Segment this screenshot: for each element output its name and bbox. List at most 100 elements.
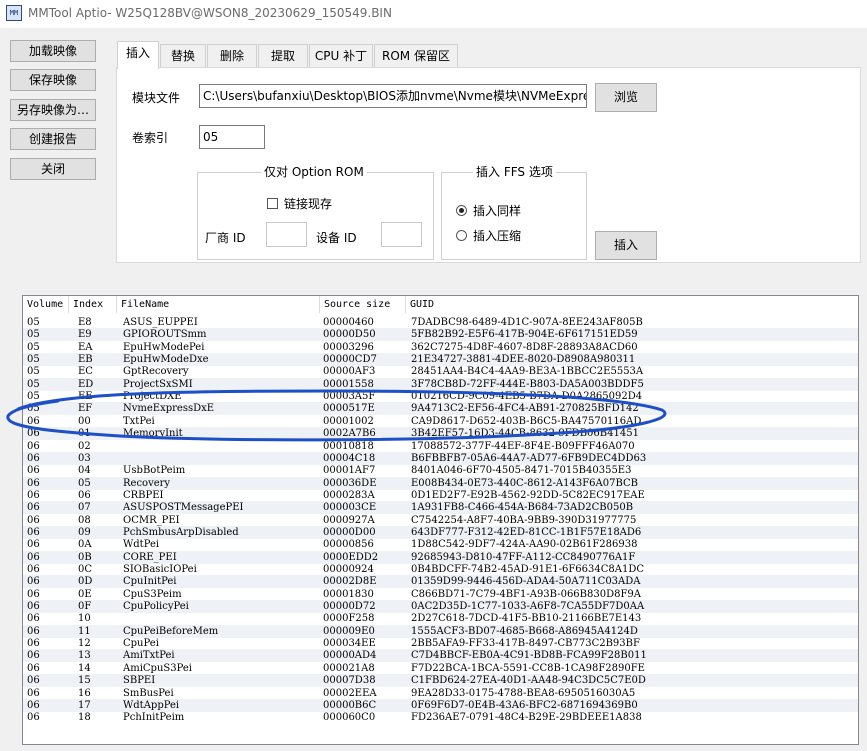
cell-index: EA bbox=[78, 341, 93, 353]
table-row[interactable]: 06 07 ASUSPOSTMessagePEI 000003CE 1A931FB8-C… bbox=[23, 501, 858, 515]
cell-index: 05 bbox=[78, 477, 91, 489]
table-row[interactable]: 06 17 WdtAppPei 00000B6C 0F69F6D7-0E4B-43A6-… bbox=[23, 698, 858, 712]
cell-filename: TxtPei bbox=[123, 415, 155, 427]
ffs-file-list[interactable]: Volume Index FileName Source size GUID 0… bbox=[22, 295, 859, 745]
table-row[interactable]: 06 05 Recovery 000036DE E008B434-0E73-440C-8… bbox=[23, 476, 858, 490]
table-row[interactable]: 05 EB EpuHwModeDxe 00000CD7 21E34727-3881-4D… bbox=[23, 353, 858, 367]
close-button[interactable]: 关闭 bbox=[10, 158, 96, 180]
table-row[interactable]: 06 09 PchSmbusArpDisabled 00000D00 643DF777-… bbox=[23, 525, 858, 539]
column-header-filename[interactable]: FileName bbox=[117, 296, 320, 313]
insert-compressed-radio[interactable] bbox=[456, 230, 467, 241]
tab-extract[interactable]: 提取 bbox=[258, 44, 308, 68]
volume-index-field[interactable]: 05 bbox=[199, 125, 265, 149]
cell-volume: 06 bbox=[27, 613, 40, 625]
browse-button[interactable]: 浏览 bbox=[595, 83, 657, 112]
cell-filename: CpuInitPei bbox=[123, 576, 177, 588]
table-row[interactable]: 06 15 SBPEI 00007D38 C1FBD624-27EA-40D1-AA48… bbox=[23, 674, 858, 688]
cell-volume: 06 bbox=[27, 477, 40, 489]
cell-guid: C7542254-A8F7-40BA-9BB9-390D31977775 bbox=[411, 514, 637, 526]
tab-rom-reserve[interactable]: ROM 保留区 bbox=[374, 44, 458, 68]
table-row[interactable]: 06 01 MemoryInit 0002A7B6 3B42EF57-16D3-44CB… bbox=[23, 427, 858, 441]
table-row[interactable]: 05 E9 GPIOROUTSmm 00000D50 5FB82B92-E5F6-417… bbox=[23, 328, 858, 342]
table-row[interactable]: 06 0A WdtPei 00000856 1D88C542-9DF7-424A-AA9… bbox=[23, 538, 858, 551]
cell-guid: 0D1ED2F7-E92B-4562-92DD-5C82EC917EAE bbox=[411, 489, 645, 501]
create-report-button[interactable]: 创建报告 bbox=[10, 128, 96, 150]
table-row[interactable]: 06 0C SIOBasicIOPei 00000924 0B4BDCFF-74B2-4… bbox=[23, 563, 858, 576]
load-image-button[interactable]: 加载映像 bbox=[10, 40, 96, 62]
table-row[interactable]: 06 06 CRBPEI 0000283A 0D1ED2F7-E92B-4562-92D… bbox=[23, 489, 858, 502]
module-file-field[interactable]: C:\Users\bufanxiu\Desktop\BIOS添加nvme\Nvm… bbox=[199, 84, 587, 108]
table-row[interactable]: 06 03 00004C18 B6FBBFB7-05A6-44A7-AD77-6FB9… bbox=[23, 451, 858, 465]
column-header-volume[interactable]: Volume bbox=[23, 296, 69, 313]
table-row[interactable]: 05 E8 ASUS_EUPPEI 00000460 7DADBC98-6489-4D1… bbox=[23, 316, 858, 329]
cell-volume: 06 bbox=[27, 452, 40, 464]
table-row[interactable]: 06 18 PchInitPeim 000060C0 FD236AE7-0791-48C… bbox=[23, 711, 858, 724]
table-row[interactable]: 06 11 CpuPeiBeforeMem 000009E0 1555ACF3-BD07… bbox=[23, 624, 858, 638]
table-row[interactable]: 06 14 AmiCpuS3Pei 000021A8 F7D22BCA-1BCA-559… bbox=[23, 662, 858, 675]
cell-volume: 06 bbox=[27, 601, 40, 613]
table-row[interactable]: 05 EA EpuHwModePei 00003296 362C7275-4D8F-46… bbox=[23, 341, 858, 354]
link-existing-checkbox[interactable] bbox=[267, 198, 278, 209]
table-row[interactable]: 06 0D CpuInitPei 00002D8E 01359D99-9446-456D… bbox=[23, 575, 858, 589]
table-row[interactable]: 06 0B CORE_PEI 0000EDD2 92685943-D810-47FF-A… bbox=[23, 550, 858, 564]
table-row[interactable]: 05 ED ProjectSxSMI 00001558 3F78CB8D-72FF-44… bbox=[23, 377, 858, 391]
ffs-options-group: 插入 FFS 选项 插入同样 插入压缩 bbox=[441, 165, 587, 260]
cell-guid: C7D4BBCF-EB0A-4C91-BD8B-FCA99F28B011 bbox=[411, 650, 647, 662]
table-row[interactable]: 06 10 0000F258 2D27C618-7DCD-41F5-BB10-2116… bbox=[23, 612, 858, 625]
cell-guid: 28451AA4-B4C4-4AA9-BE3A-1BBCC2E5553A bbox=[411, 366, 644, 378]
device-id-field[interactable] bbox=[381, 222, 422, 247]
insert-button[interactable]: 插入 bbox=[595, 231, 657, 260]
cell-index: 06 bbox=[78, 489, 91, 501]
table-row[interactable]: 06 0E CpuS3Peim 00001830 C866BD71-7C79-4BF1-… bbox=[23, 588, 858, 601]
cell-guid: 643DF777-F312-42ED-81CC-1B1F57E18AD6 bbox=[411, 526, 642, 538]
ffs-options-title: 插入 FFS 选项 bbox=[473, 165, 556, 179]
vendor-id-field[interactable] bbox=[266, 222, 307, 247]
cell-volume: 06 bbox=[27, 440, 40, 452]
cell-guid: 3F78CB8D-72FF-444E-B803-DA5A003BDDF5 bbox=[411, 378, 644, 390]
save-image-button[interactable]: 保存映像 bbox=[10, 69, 96, 91]
table-row[interactable]: 06 12 CpuPei 000034EE 2BB5AFA9-FF33-417B-849… bbox=[23, 637, 858, 650]
cell-index: 0C bbox=[78, 564, 93, 575]
table-row[interactable]: 06 13 AmiTxtPei 00000AD4 C7D4BBCF-EB0A-4C91-… bbox=[23, 649, 858, 663]
cell-filename: SmBusPei bbox=[123, 687, 174, 699]
cell-source-size: 00007D38 bbox=[323, 675, 376, 687]
tab-delete[interactable]: 删除 bbox=[207, 44, 257, 68]
table-row[interactable]: 06 16 SmBusPei 00002EEA 9EA28D33-0175-4788-B… bbox=[23, 687, 858, 700]
cell-filename: ASUSPOSTMessagePEI bbox=[123, 502, 244, 514]
cell-volume: 06 bbox=[27, 539, 40, 551]
cell-guid: 1A931FB8-C466-454A-B684-73AD2CB050B bbox=[411, 502, 634, 514]
tab-replace[interactable]: 替换 bbox=[160, 44, 206, 68]
cell-guid: 1D88C542-9DF7-424A-AA90-02B61F286938 bbox=[411, 539, 638, 551]
cell-index: 07 bbox=[78, 502, 91, 514]
tab-cpu-patch[interactable]: CPU 补丁 bbox=[309, 44, 373, 68]
insert-as-is-label: 插入同样 bbox=[473, 204, 522, 218]
table-row[interactable]: 05 EF NvmeExpressDxE 0000517E 9A4713C2-EF56-… bbox=[23, 402, 858, 416]
cell-source-size: 00001002 bbox=[323, 415, 374, 427]
cell-volume: 06 bbox=[27, 514, 40, 526]
cell-filename: AmiCpuS3Pei bbox=[123, 662, 193, 674]
column-header-source-size[interactable]: Source size bbox=[320, 296, 406, 313]
cell-filename: ASUS_EUPPEI bbox=[123, 317, 198, 328]
tab-insert[interactable]: 插入 bbox=[117, 41, 159, 69]
cell-filename: PchSmbusArpDisabled bbox=[123, 526, 239, 538]
save-image-as-button[interactable]: 另存映像为… bbox=[10, 99, 96, 121]
insert-as-is-radio[interactable] bbox=[456, 205, 467, 216]
cell-source-size: 000009E0 bbox=[323, 625, 375, 637]
cell-volume: 05 bbox=[27, 341, 40, 353]
cell-source-size: 00000D50 bbox=[323, 329, 376, 341]
table-row[interactable]: 06 08 OCMR_PEI 0000927A C7542254-A8F7-40BA-9… bbox=[23, 514, 858, 527]
table-row[interactable]: 05 EE ProjectDXE 00003A5F 010216CD-9C09-4EB5… bbox=[23, 390, 858, 403]
column-header-index[interactable]: Index bbox=[69, 296, 117, 313]
cell-source-size: 00001558 bbox=[323, 378, 374, 390]
column-header-guid[interactable]: GUID bbox=[406, 296, 858, 313]
cell-guid: 01359D99-9446-456D-ADA4-50A711C03ADA bbox=[411, 576, 641, 588]
table-row[interactable]: 06 04 UsbBotPeim 00001AF7 8401A046-6F70-4505… bbox=[23, 464, 858, 477]
table-row[interactable]: 05 EC GptRecovery 00000AF3 28451AA4-B4C4-4AA… bbox=[23, 365, 858, 378]
cell-source-size: 00004C18 bbox=[323, 452, 376, 464]
cell-volume: 06 bbox=[27, 489, 40, 501]
cell-source-size: 00002EEA bbox=[323, 687, 377, 699]
cell-guid: F7D22BCA-1BCA-5591-CC8B-1CA98F2890FE bbox=[411, 662, 645, 674]
table-row[interactable]: 06 00 TxtPei 00001002 CA9D8617-D652-403B-B6C… bbox=[23, 415, 858, 428]
table-row[interactable]: 06 02 00010818 17088572-377F-44EF-8F4E-B09F… bbox=[23, 440, 858, 453]
table-row[interactable]: 06 0F CpuPolicyPei 00000D72 0AC2D35D-1C77-10… bbox=[23, 600, 858, 614]
